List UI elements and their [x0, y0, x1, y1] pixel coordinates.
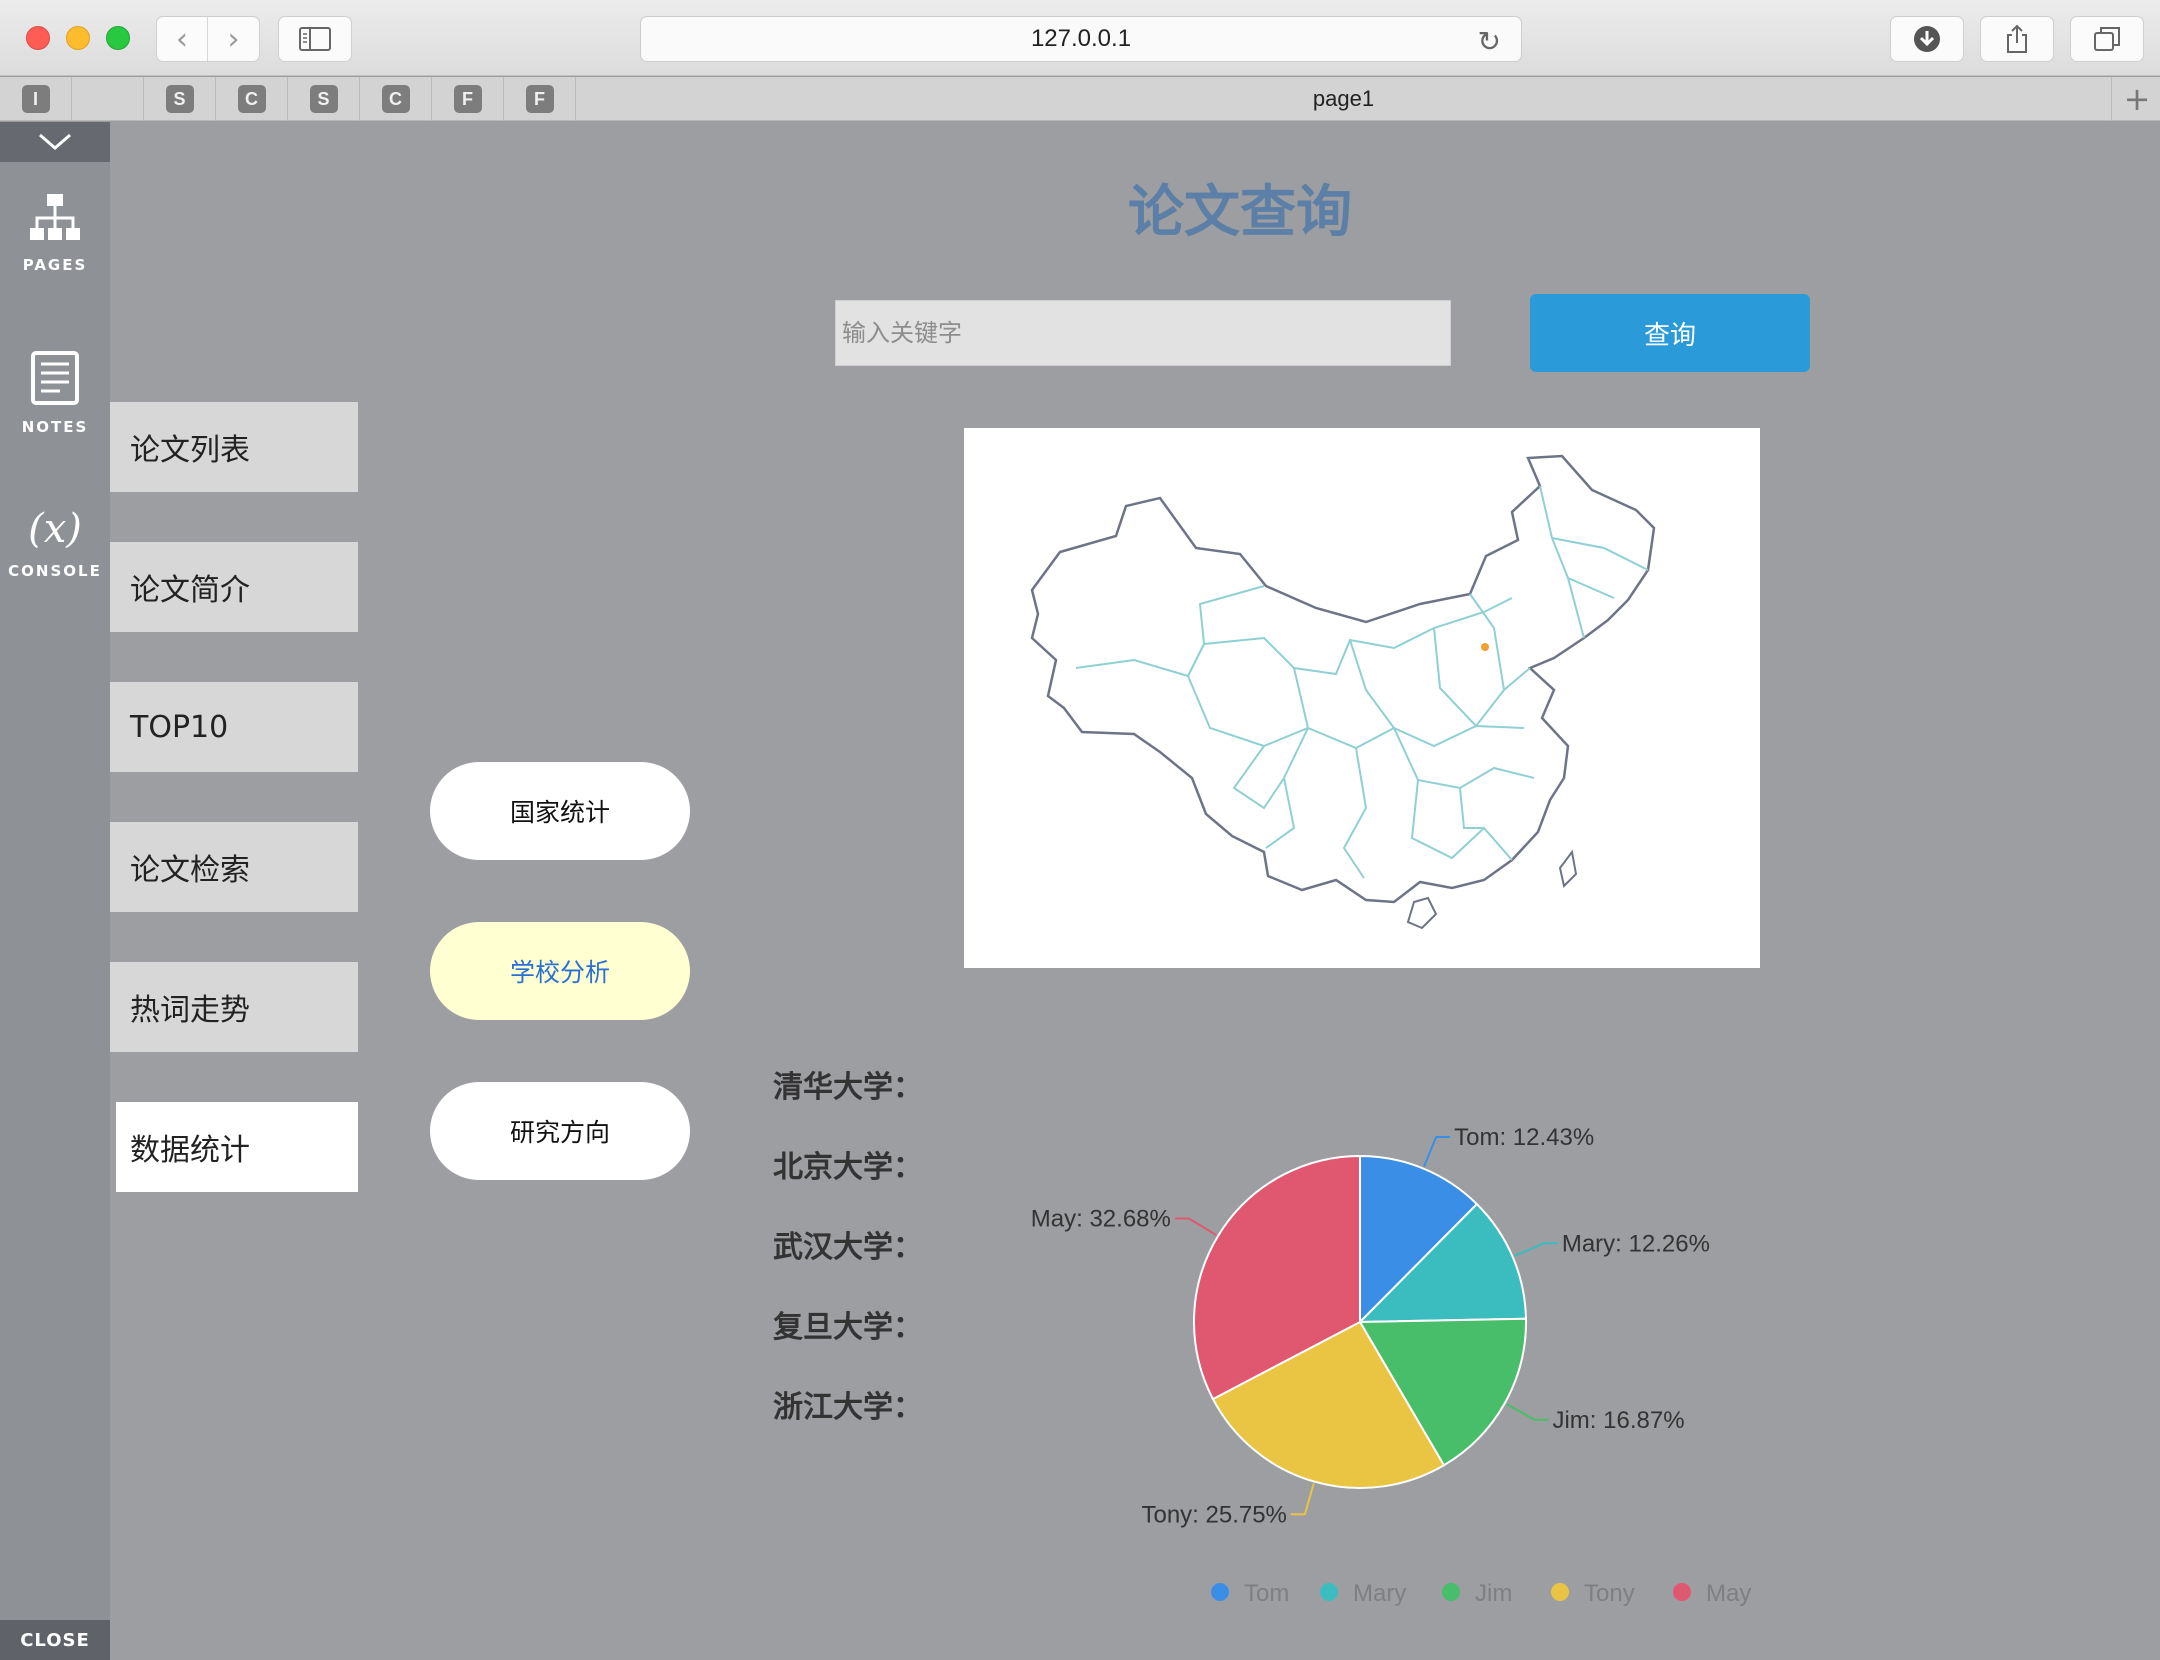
legend-marker [1320, 1583, 1338, 1601]
minimize-window-button[interactable] [66, 26, 90, 50]
pinned-tab-favicon: S [309, 85, 338, 113]
close-panel-button[interactable]: CLOSE [0, 1620, 110, 1660]
url-text: 127.0.0.1 [1030, 25, 1132, 52]
pinned-tab-favicon: F [525, 85, 554, 113]
legend-item-may[interactable]: May [1673, 1580, 1751, 1607]
back-button[interactable]: ‹ [157, 17, 209, 61]
pinned-tab-2[interactable] [72, 77, 144, 121]
sidebar-icon [299, 27, 331, 51]
page-canvas: 论文查询 查询 论文列表 论文简介 TOP10 论文检索 热词走势 数据统计 国… [110, 122, 2160, 1660]
notes-tool[interactable]: NOTES [0, 350, 110, 436]
close-window-button[interactable] [26, 26, 50, 50]
collapse-panel-button[interactable] [0, 122, 110, 162]
pinned-tab-7[interactable]: F [432, 77, 504, 121]
keyword-search-input[interactable] [835, 300, 1451, 366]
pinned-tab-favicon: C [237, 85, 266, 113]
notes-icon [31, 351, 79, 405]
legend-marker [1442, 1583, 1460, 1601]
pinned-tab-5[interactable]: S [288, 77, 360, 121]
legend-label: Tony [1584, 1580, 1635, 1607]
zoom-window-button[interactable] [106, 26, 130, 50]
pie-label-line-jim [1506, 1403, 1549, 1421]
pinned-tab-8[interactable]: F [504, 77, 576, 121]
forward-button[interactable]: › [208, 17, 259, 61]
legend-marker [1211, 1583, 1229, 1601]
pill-country-stats[interactable]: 国家统计 [430, 762, 690, 860]
menu-item-top10[interactable]: TOP10 [110, 682, 358, 772]
legend-label: Mary [1353, 1580, 1406, 1607]
university-label-tsinghua: 清华大学： [773, 1070, 923, 1105]
chevron-down-icon [39, 133, 71, 150]
menu-item-paper-intro[interactable]: 论文简介 [110, 542, 358, 632]
downloads-button[interactable] [1890, 16, 1964, 62]
pinned-tab-6[interactable]: C [360, 77, 432, 121]
pie-label-line-tony [1290, 1483, 1315, 1516]
console-tool[interactable]: (x) CONSOLE [0, 504, 110, 580]
chevron-left-icon: ‹ [176, 21, 188, 57]
china-map-outline [1030, 454, 1656, 930]
notes-label: NOTES [21, 418, 89, 436]
legend-label: Tom [1244, 1580, 1289, 1607]
active-tab[interactable]: page1 [576, 77, 2112, 121]
menu-item-paper-search[interactable]: 论文检索 [110, 822, 358, 912]
console-icon: (x) [28, 506, 82, 552]
download-icon [1914, 26, 1940, 52]
university-label-zhejiang: 浙江大学： [773, 1390, 923, 1425]
share-icon [2007, 24, 2027, 53]
tab-bar: I S C S C F F page1 + [0, 77, 2160, 121]
share-button[interactable] [1980, 16, 2054, 62]
browser-window: ‹ › 127.0.0.1 ↻ I S C S C F F page1 + PA… [0, 0, 2160, 1660]
legend-item-mary[interactable]: Mary [1320, 1580, 1406, 1607]
console-label: CONSOLE [8, 562, 102, 580]
title-bar: ‹ › 127.0.0.1 ↻ [0, 0, 2160, 76]
menu-item-paper-list[interactable]: 论文列表 [110, 402, 358, 492]
legend-marker [1551, 1583, 1569, 1601]
pill-school-analysis[interactable]: 学校分析 [430, 922, 690, 1020]
pie-label-tom: Tom: 12.43% [1454, 1124, 1594, 1151]
pie-chart: Tom: 12.43% Mary: 12.26% Jim: 16.87% Tony: … [1031, 1124, 1752, 1607]
pinned-tab-favicon: C [381, 85, 410, 113]
pie-label-may: May: 32.68% [1031, 1205, 1171, 1232]
page-title: 论文查询 [1128, 180, 1352, 245]
university-label-fudan: 复旦大学： [773, 1310, 923, 1345]
prototype-tools-panel: PAGES NOTES (x) CONSOLE CLOSE [0, 122, 110, 1660]
pinned-tab-favicon: S [165, 85, 194, 113]
new-tab-button[interactable]: + [2114, 77, 2160, 121]
pinned-tab-4[interactable]: C [216, 77, 288, 121]
pill-research-direction[interactable]: 研究方向 [430, 1082, 690, 1180]
pages-tool[interactable]: PAGES [0, 192, 110, 274]
legend-label: Jim [1475, 1580, 1512, 1607]
legend-item-jim[interactable]: Jim [1442, 1580, 1512, 1607]
tabs-overview-icon [2094, 27, 2120, 51]
university-label-peking: 北京大学： [773, 1150, 923, 1185]
china-map[interactable] [964, 428, 1760, 968]
pie-label-mary: Mary: 12.26% [1562, 1230, 1710, 1257]
pie-label-line-mary [1514, 1242, 1558, 1257]
sitemap-icon [30, 194, 80, 240]
pinned-tab-favicon: I [21, 85, 50, 113]
pie-label-tony: Tony: 25.75% [1141, 1501, 1286, 1528]
university-label-wuhan: 武汉大学： [773, 1230, 923, 1265]
pages-label: PAGES [22, 256, 88, 274]
pinned-tab-1[interactable]: I [0, 77, 72, 121]
legend-item-tony[interactable]: Tony [1551, 1580, 1635, 1607]
pie-label-jim: Jim: 16.87% [1552, 1407, 1684, 1434]
legend-label: May [1706, 1580, 1751, 1607]
chevron-right-icon: › [227, 21, 240, 57]
menu-item-data-statistics[interactable]: 数据统计 [116, 1102, 358, 1192]
menu-item-hot-words[interactable]: 热词走势 [110, 962, 358, 1052]
pinned-tab-favicon: F [453, 85, 482, 113]
reload-icon[interactable]: ↻ [1478, 25, 1501, 58]
pie-label-line-may [1174, 1217, 1217, 1236]
pinned-tab-3[interactable]: S [144, 77, 216, 121]
pie-label-line-tom [1423, 1136, 1451, 1168]
legend-item-tom[interactable]: Tom [1211, 1580, 1289, 1607]
show-tabs-button[interactable] [2070, 16, 2144, 62]
query-button[interactable]: 查询 [1530, 294, 1810, 372]
sidebar-toggle-button[interactable] [278, 16, 352, 62]
address-bar[interactable]: 127.0.0.1 ↻ [640, 16, 1522, 62]
legend-marker [1673, 1583, 1691, 1601]
navigation-buttons: ‹ › [156, 16, 260, 62]
